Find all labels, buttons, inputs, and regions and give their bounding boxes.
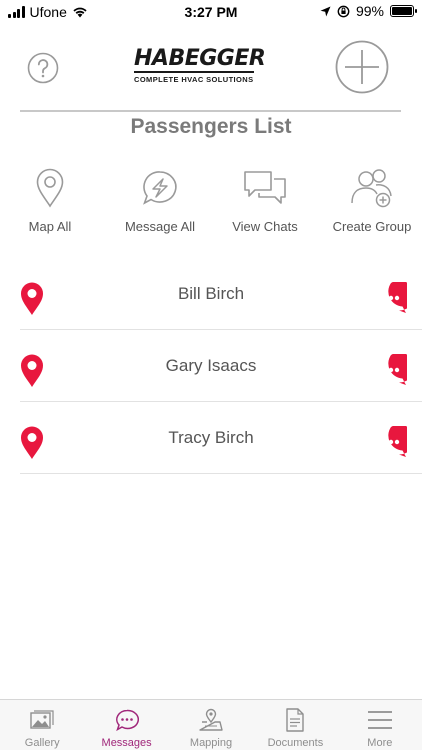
company-logo: HABEGGER COMPLETE HVAC SOLUTIONS xyxy=(134,46,266,88)
map-pin-icon[interactable] xyxy=(20,282,44,316)
page-title: Passengers List xyxy=(130,115,292,138)
menu-icon xyxy=(367,711,392,729)
tab-documents-label: Documents xyxy=(267,737,324,749)
battery-percent: 99% xyxy=(355,3,384,19)
battery-icon xyxy=(390,5,417,17)
tab-messages[interactable]: Messages xyxy=(84,700,168,750)
help-button[interactable] xyxy=(27,52,59,84)
gallery-icon xyxy=(30,710,54,729)
tab-mapping-label: Mapping xyxy=(189,737,233,749)
plus-circle-icon xyxy=(335,40,389,94)
list-item[interactable]: Gary Isaacs xyxy=(0,330,422,402)
passenger-name: Tracy Birch xyxy=(168,428,254,447)
passenger-name: Bill Birch xyxy=(177,284,245,303)
view-chats-label: View Chats xyxy=(232,219,298,234)
map-all-label: Map All xyxy=(28,219,72,234)
logo-tagline: COMPLETE HVAC SOLUTIONS xyxy=(134,75,254,84)
map-pin-icon[interactable] xyxy=(20,354,44,388)
status-bar: Ufone 3:27 PM 99% xyxy=(0,0,422,24)
tab-mapping[interactable]: Mapping xyxy=(169,700,253,750)
orientation-lock-icon xyxy=(337,5,350,17)
tab-bar: Gallery Messages Mapping Documents More xyxy=(0,699,422,750)
add-group-icon xyxy=(351,169,392,208)
create-group-label: Create Group xyxy=(332,219,412,234)
tab-gallery[interactable]: Gallery xyxy=(0,700,84,750)
message-all-label: Message All xyxy=(124,219,196,234)
tab-gallery-label: Gallery xyxy=(24,737,60,749)
map-icon xyxy=(199,708,223,731)
list-item[interactable]: Tracy Birch xyxy=(0,402,422,474)
create-group-button[interactable]: Create Group xyxy=(322,165,422,234)
tab-documents[interactable]: Documents xyxy=(253,700,337,750)
message-icon xyxy=(115,709,139,731)
tab-more-label: More xyxy=(367,737,393,749)
map-pin-outline-icon xyxy=(36,168,64,208)
chat-bubbles-icon xyxy=(244,171,286,204)
row-divider xyxy=(20,473,422,474)
question-icon xyxy=(27,52,59,84)
list-item[interactable]: Bill Birch xyxy=(0,258,422,330)
location-arrow-icon xyxy=(320,6,331,16)
tab-more[interactable]: More xyxy=(338,700,422,750)
action-row: Map All Message All View Chats Create Gr… xyxy=(0,165,422,245)
logo-bar xyxy=(134,71,254,73)
chat-icon[interactable] xyxy=(375,426,407,458)
add-button[interactable] xyxy=(335,40,389,94)
header-divider xyxy=(20,110,401,112)
passenger-name: Gary Isaacs xyxy=(165,356,257,375)
map-pin-icon[interactable] xyxy=(20,426,44,460)
passenger-list: Bill Birch Gary Isaacs Tracy Birch xyxy=(0,258,422,474)
logo-text: HABEGGER xyxy=(134,46,266,71)
battery-fill xyxy=(392,7,412,15)
tab-messages-label: Messages xyxy=(101,737,152,749)
document-icon xyxy=(286,708,305,732)
view-chats-button[interactable]: View Chats xyxy=(215,165,315,234)
lightning-chat-icon xyxy=(143,171,177,205)
map-all-button[interactable]: Map All xyxy=(0,165,100,234)
message-all-button[interactable]: Message All xyxy=(110,165,210,234)
status-right: 99% xyxy=(320,3,417,19)
chat-icon[interactable] xyxy=(375,354,407,386)
chat-icon[interactable] xyxy=(375,282,407,314)
